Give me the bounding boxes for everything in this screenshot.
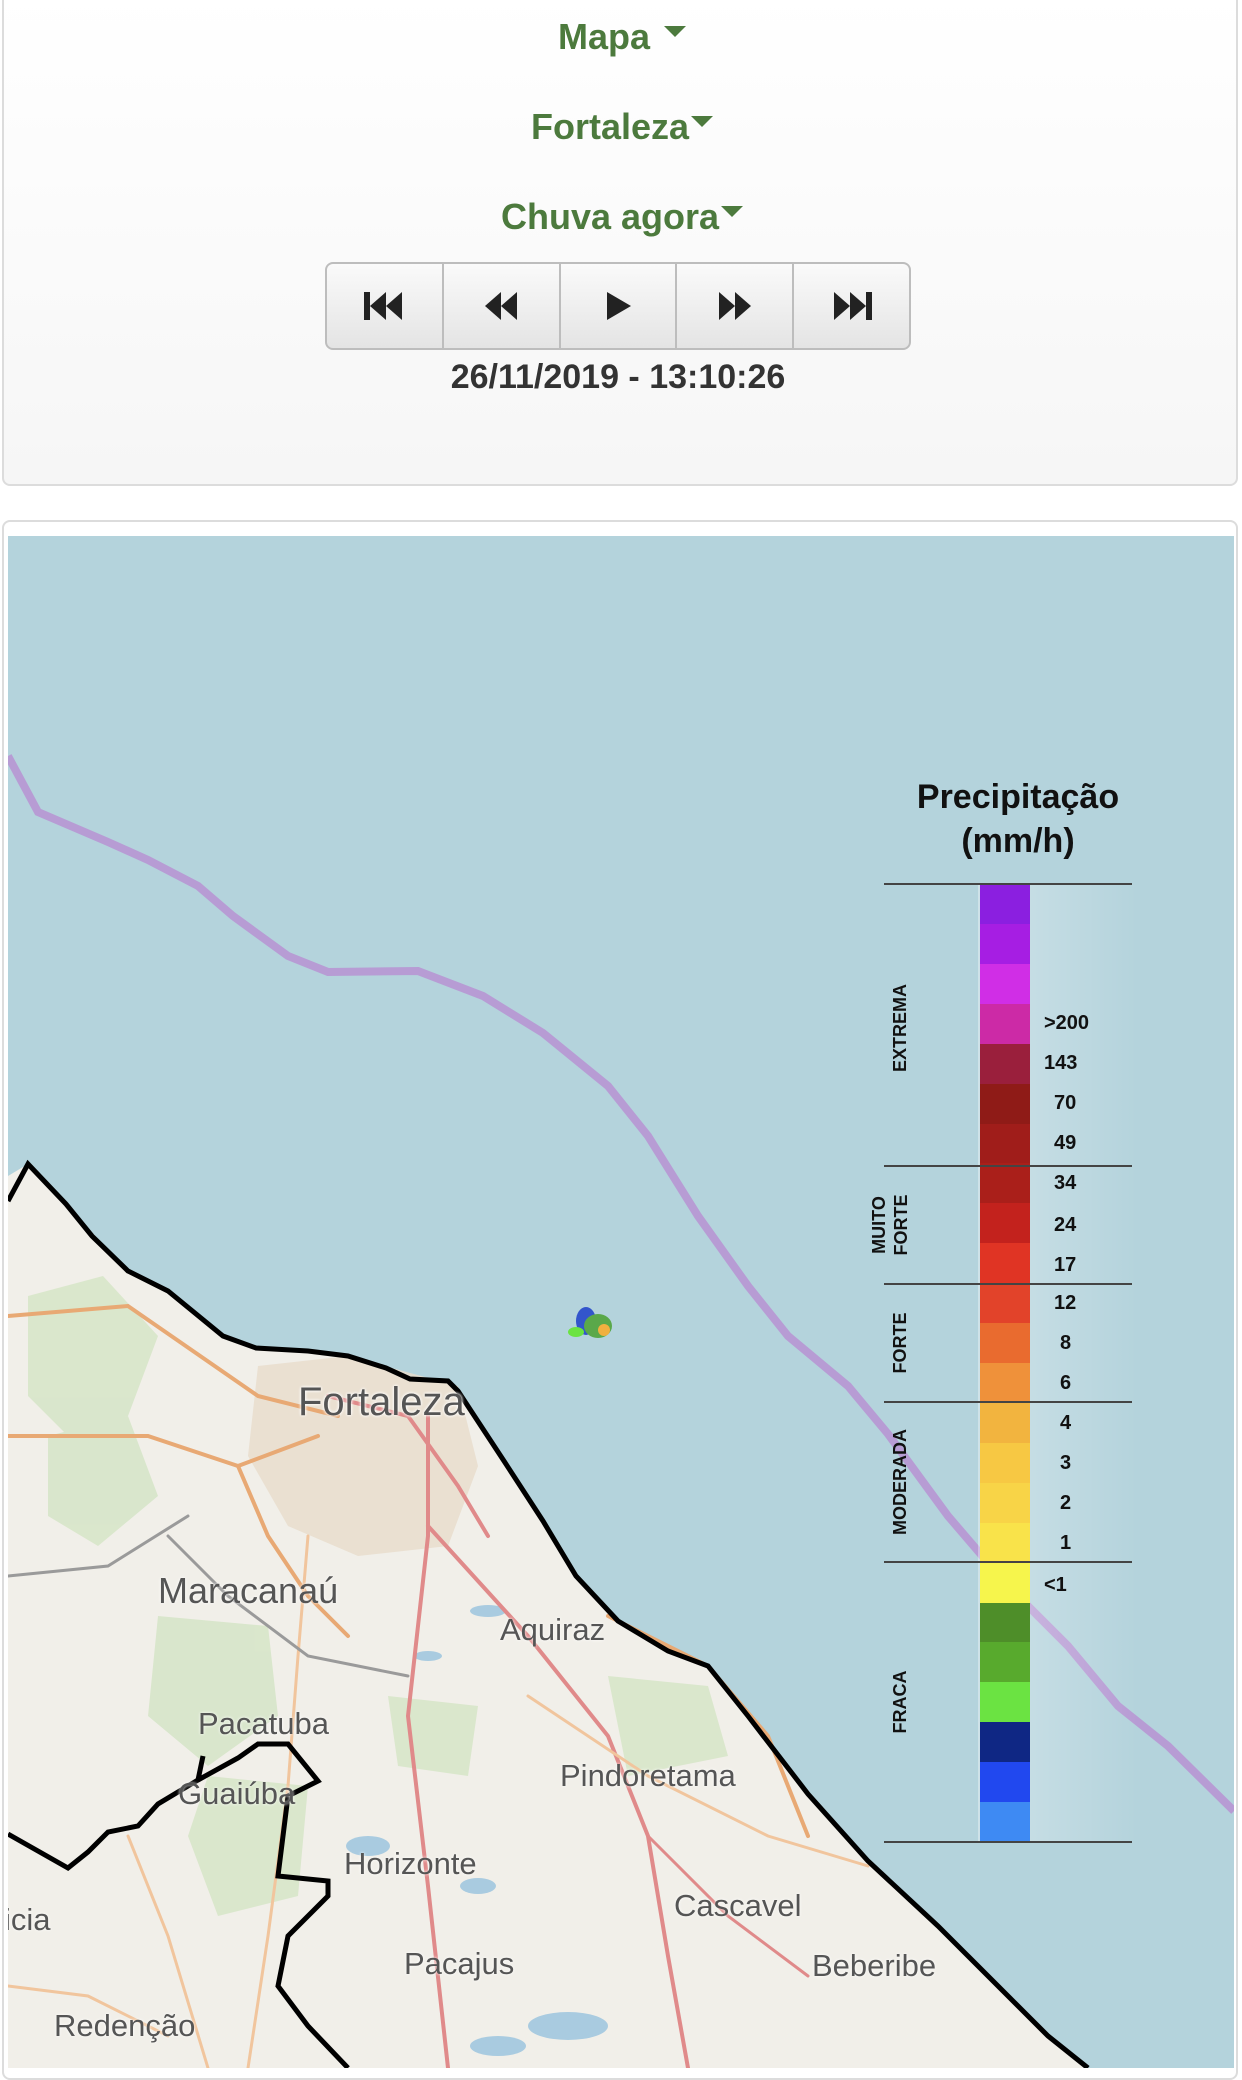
legend-unit: (mm/h) <box>961 822 1075 860</box>
legend-value-17: 17 <box>1054 1254 1077 1276</box>
legend-swatch <box>980 1562 1030 1603</box>
legend-value-24: 24 <box>1054 1214 1077 1236</box>
legend-value-70: 70 <box>1054 1092 1077 1114</box>
last-frame-button[interactable] <box>794 264 909 348</box>
place-label-cascavel: Cascavel <box>674 1888 802 1923</box>
first-frame-button[interactable] <box>327 264 444 348</box>
legend-title: Precipitação <box>916 778 1120 816</box>
previous-frame-icon <box>485 292 518 320</box>
previous-frame-button[interactable] <box>444 264 561 348</box>
legend-swatch <box>980 1642 1030 1683</box>
last-frame-icon <box>833 292 872 320</box>
legend-swatch <box>980 1163 1030 1204</box>
legend-category-fraca: FRACA <box>890 1670 910 1734</box>
legend-category-extrema: EXTREMA <box>890 984 910 1073</box>
legend-color-bar <box>980 884 1030 1843</box>
legend-swatch <box>980 923 1030 965</box>
legend-swatch <box>980 1203 1030 1244</box>
legend-swatch <box>980 1442 1030 1484</box>
radar-map[interactable]: Fortaleza Maracanaú Aquiraz Pacatuba Gua… <box>8 536 1234 2068</box>
legend-swatch <box>980 1602 1030 1643</box>
frame-timestamp: 26/11/2019 - 13:10:26 <box>450 358 786 396</box>
caret-down-icon <box>664 25 687 37</box>
legend-swatch <box>980 1083 1030 1124</box>
play-button[interactable] <box>561 264 678 348</box>
legend-value-200: >200 <box>1044 1012 1090 1034</box>
legend-swatch <box>980 1802 1030 1843</box>
caret-down-icon <box>721 205 744 217</box>
first-frame-icon <box>364 292 403 320</box>
place-label-guaiuba: Guaiúba <box>178 1776 296 1811</box>
legend-value-12: 12 <box>1054 1292 1077 1314</box>
place-label-icia: icia <box>8 1902 51 1937</box>
next-frame-icon <box>718 292 751 320</box>
play-icon <box>606 292 631 320</box>
legend-swatch <box>980 1762 1030 1803</box>
legend-swatch <box>980 1003 1030 1045</box>
place-label-aquiraz: Aquiraz <box>500 1612 606 1647</box>
product-dropdown-label: Chuva agora <box>500 196 720 237</box>
legend-category-muito-forte: MUITO FORTE <box>869 1194 911 1256</box>
legend-value-34: 34 <box>1054 1172 1077 1194</box>
legend-value-3: 3 <box>1060 1452 1072 1474</box>
legend-value-2: 2 <box>1060 1492 1072 1514</box>
legend-swatch <box>980 1283 1030 1324</box>
legend-value-49: 49 <box>1054 1132 1077 1154</box>
legend-swatch <box>980 1323 1030 1364</box>
legend-swatch <box>980 1363 1030 1404</box>
legend-value-6: 6 <box>1060 1372 1072 1394</box>
place-label-beberibe: Beberibe <box>812 1948 937 1983</box>
product-dropdown[interactable]: Chuva agora <box>4 196 1240 238</box>
map-controls-panel: Mapa Fortaleza Chuva agora <box>2 0 1238 486</box>
caret-down-icon <box>691 115 714 127</box>
legend-swatch <box>980 1402 1030 1444</box>
place-label-redencao: Redenção <box>54 2008 196 2043</box>
place-label-pacajus: Pacajus <box>404 1946 515 1981</box>
place-label-pindoretama: Pindoretama <box>560 1758 736 1793</box>
legend-swatch <box>980 1243 1030 1284</box>
legend-value-1: 1 <box>1060 1532 1072 1554</box>
legend-swatch <box>980 1522 1030 1564</box>
playback-controls <box>325 262 911 350</box>
legend-value-less-than-1: <1 <box>1044 1574 1067 1596</box>
legend-swatch <box>980 884 1030 925</box>
city-dropdown[interactable]: Fortaleza <box>4 106 1240 148</box>
place-label-horizonte: Horizonte <box>344 1846 477 1881</box>
legend-swatch <box>980 1482 1030 1524</box>
place-label-maracanau: Maracanaú <box>158 1570 339 1611</box>
legend-value-4: 4 <box>1060 1412 1072 1434</box>
next-frame-button[interactable] <box>677 264 795 348</box>
map-dropdown[interactable]: Mapa <box>4 16 1240 58</box>
legend-category-moderada: MODERADA <box>890 1429 910 1535</box>
city-dropdown-label: Fortaleza <box>530 106 690 147</box>
map-dropdown-label: Mapa <box>557 16 651 57</box>
legend-category-forte: FORTE <box>890 1312 910 1374</box>
legend-swatch <box>980 1043 1030 1085</box>
legend-swatch <box>980 1682 1030 1723</box>
place-label-fortaleza: Fortaleza <box>298 1380 465 1424</box>
legend-swatch <box>980 963 1030 1005</box>
legend-swatch <box>980 1123 1030 1164</box>
legend-swatch <box>980 1722 1030 1763</box>
legend-value-8: 8 <box>1060 1332 1072 1354</box>
legend-value-143: 143 <box>1044 1052 1078 1074</box>
place-label-pacatuba: Pacatuba <box>198 1706 329 1741</box>
